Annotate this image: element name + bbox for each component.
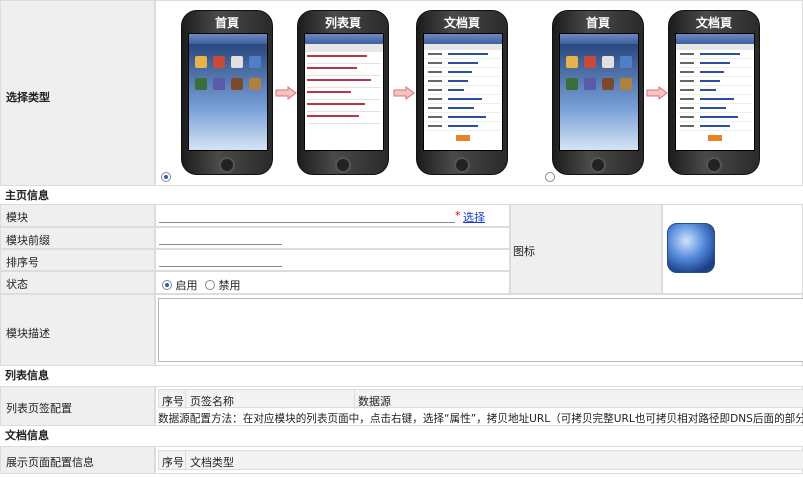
desc-textarea[interactable] xyxy=(158,298,803,362)
col-doc-type: 文档类型 xyxy=(190,456,234,469)
prefix-label-cell: 模块前缀 xyxy=(0,227,155,249)
data-source-hint: 数据源配置方法：在对应模块的列表页面中，点击右键，选择“属性”，拷贝地址URL（… xyxy=(158,413,803,425)
status-label-cell: 状态 xyxy=(0,271,155,294)
type-option-a-radio[interactable] xyxy=(161,172,171,182)
globe-icon[interactable] xyxy=(667,223,715,273)
phone-home-button xyxy=(219,157,235,173)
status-label: 状态 xyxy=(6,278,28,291)
phone-home-a: 首頁 xyxy=(181,10,273,175)
col-tab-name: 页签名称 xyxy=(190,395,234,408)
arrow-right-icon xyxy=(393,86,415,100)
icon-value-cell xyxy=(662,204,803,294)
phone-doc-b: 文档頁 xyxy=(668,10,760,175)
list-section-title: 列表信息 xyxy=(5,368,49,384)
home-section-title: 主页信息 xyxy=(5,188,49,204)
col-index: 序号 xyxy=(162,456,184,469)
desc-label-cell: 模块描述 xyxy=(0,294,155,366)
required-marker: * xyxy=(455,209,461,222)
module-label: 模块 xyxy=(6,211,28,224)
phone-title: 首頁 xyxy=(214,16,239,30)
phone-doc-a: 文档頁 xyxy=(416,10,508,175)
doc-config-label: 展示页面配置信息 xyxy=(6,456,94,469)
order-label-cell: 排序号 xyxy=(0,249,155,271)
module-value-cell: * 选择 xyxy=(155,204,510,227)
doc-config-value-cell: 序号 文档类型 xyxy=(155,446,803,474)
arrow-right-icon xyxy=(275,86,297,100)
select-type-label-cell: 选择类型 xyxy=(0,0,155,186)
doc-config-label-cell: 展示页面配置信息 xyxy=(0,446,155,474)
prefix-value-cell xyxy=(155,227,510,249)
home-screen-preview xyxy=(188,33,268,151)
list-config-label-cell: 列表页签配置 xyxy=(0,386,155,426)
doc-type-table-header: 序号 文档类型 xyxy=(158,450,803,471)
phone-home-button xyxy=(706,157,722,173)
order-label: 排序号 xyxy=(6,256,39,269)
type-option-b-radio[interactable] xyxy=(544,172,555,182)
phone-list-a: 列表頁 xyxy=(297,10,389,175)
list-screen-preview xyxy=(304,33,384,151)
phone-home-button xyxy=(335,157,351,173)
list-config-label: 列表页签配置 xyxy=(6,402,72,415)
prefix-label: 模块前缀 xyxy=(6,234,50,247)
order-input[interactable] xyxy=(159,266,282,267)
select-type-label: 选择类型 xyxy=(6,91,50,104)
order-value-cell xyxy=(155,249,510,271)
prefix-input[interactable] xyxy=(159,244,282,245)
status-value-cell: 启用 禁用 xyxy=(155,271,510,294)
phone-title: 文档頁 xyxy=(443,16,480,30)
status-enable-label: 启用 xyxy=(175,279,198,292)
phone-home-button xyxy=(454,157,470,173)
phone-home-b: 首頁 xyxy=(552,10,644,175)
col-data-source: 数据源 xyxy=(358,395,391,408)
doc-screen-preview xyxy=(423,33,503,151)
phone-title: 文档頁 xyxy=(695,16,732,30)
col-index: 序号 xyxy=(162,395,184,408)
module-label-cell: 模块 xyxy=(0,204,155,227)
status-disable-radio[interactable] xyxy=(205,280,215,290)
home-screen-preview xyxy=(559,33,639,151)
doc-screen-preview xyxy=(675,33,755,151)
list-tab-table-header: 序号 页签名称 数据源 xyxy=(158,389,803,409)
desc-label: 模块描述 xyxy=(6,327,50,340)
module-select-link[interactable]: 选择 xyxy=(463,209,485,225)
icon-label-cell: 图标 xyxy=(510,204,662,294)
module-input[interactable] xyxy=(159,222,455,223)
status-disable-label: 禁用 xyxy=(218,279,241,292)
doc-section-title: 文档信息 xyxy=(5,428,49,444)
desc-value-cell xyxy=(155,294,803,366)
list-config-value-cell: 序号 页签名称 数据源 数据源配置方法：在对应模块的列表页面中，点击右键，选择“… xyxy=(155,386,803,426)
status-enable-radio[interactable] xyxy=(162,280,172,290)
phone-home-button xyxy=(590,157,606,173)
phone-title: 列表頁 xyxy=(324,16,361,30)
arrow-right-icon xyxy=(646,86,668,100)
phone-title: 首頁 xyxy=(585,16,610,30)
icon-label: 图标 xyxy=(513,245,535,258)
